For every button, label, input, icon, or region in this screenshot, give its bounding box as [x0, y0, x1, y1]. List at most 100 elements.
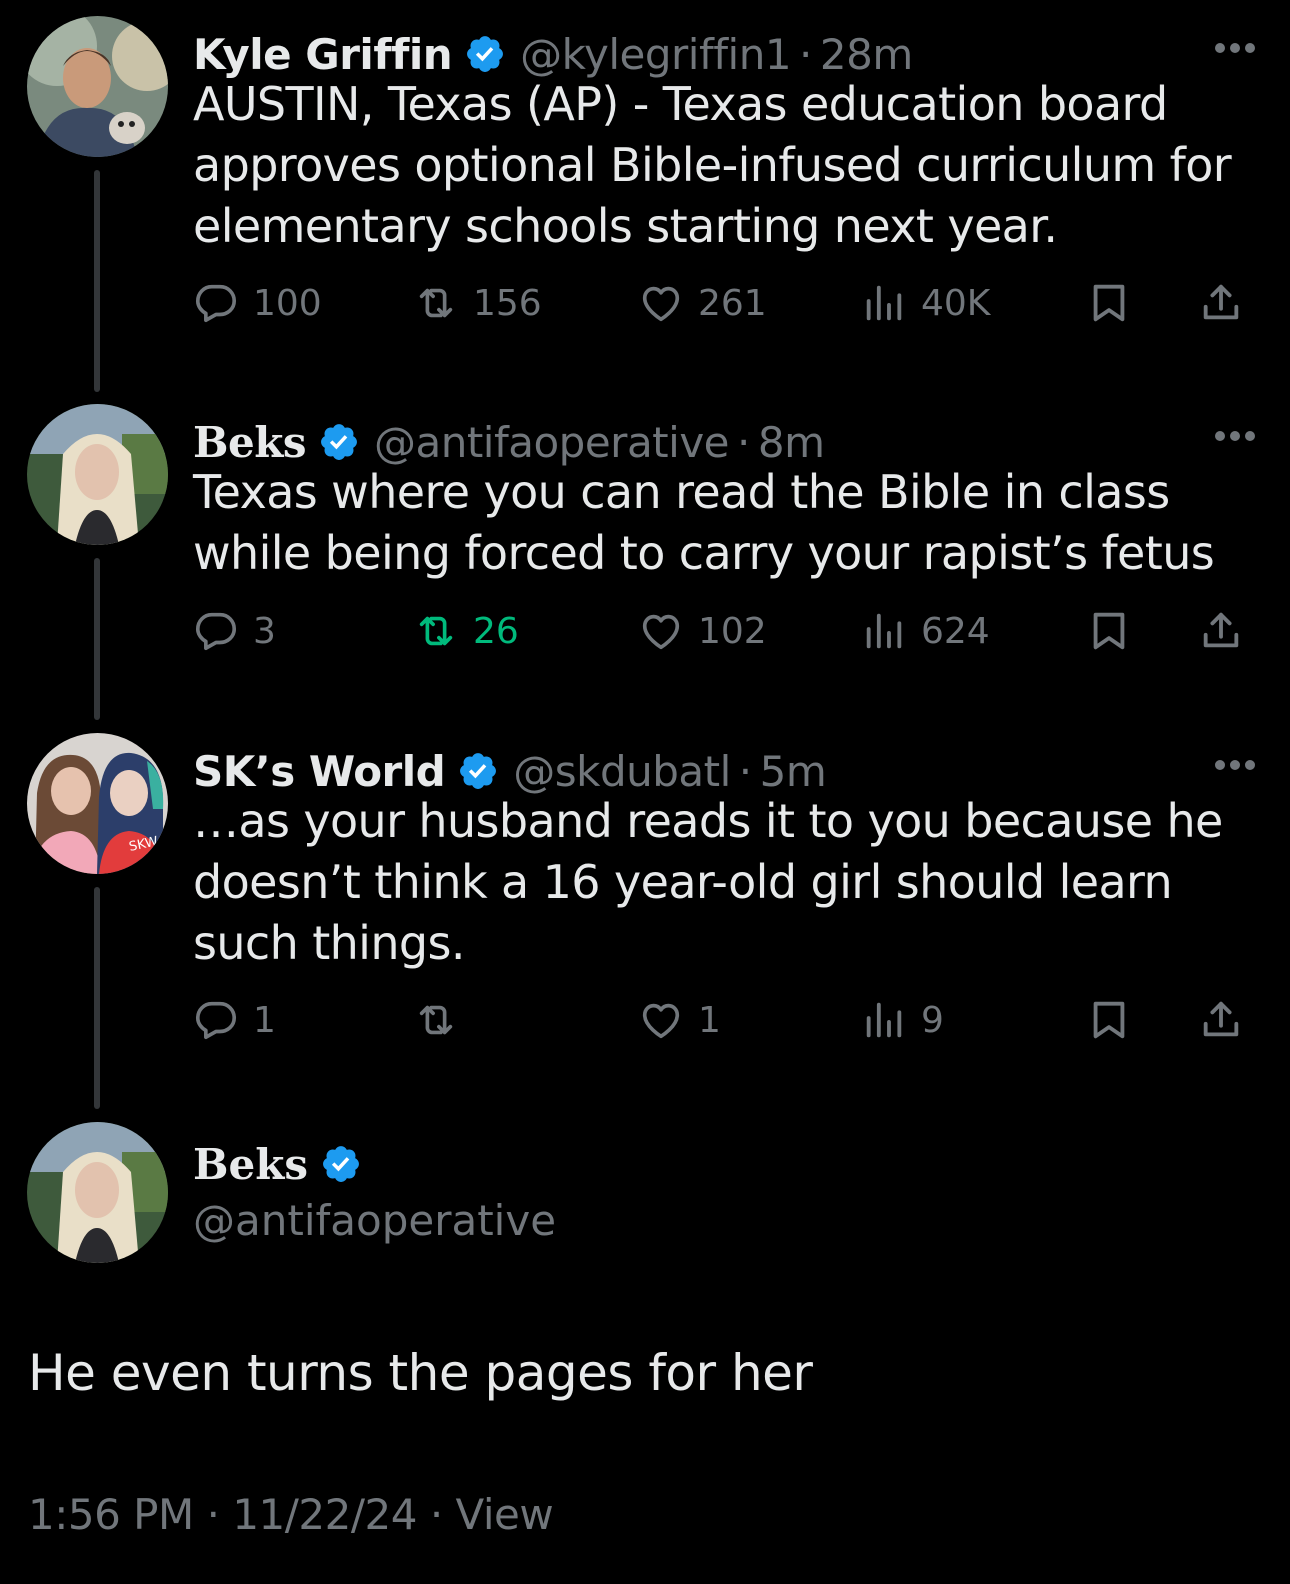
tweet-header: Beks @antifaoperative · 8m [193, 416, 825, 468]
dot-separator: · [799, 29, 812, 79]
reply-count: 1 [253, 999, 276, 1041]
reply-icon [195, 1001, 237, 1040]
bookmark-icon [1093, 612, 1125, 650]
repost-button-active[interactable]: 26 [413, 606, 519, 656]
more-dots-icon[interactable] [1214, 759, 1256, 771]
tweet-actions: 3 26 102 624 [193, 606, 1253, 656]
reply-count: 100 [253, 282, 322, 324]
tweet-meta: 1:56 PM · 11/22/24 · View [28, 1490, 554, 1539]
like-count: 102 [698, 610, 767, 652]
tweet-actions: 1 1 9 [193, 995, 1253, 1045]
share-icon [1203, 1001, 1239, 1037]
bookmark-button[interactable] [1086, 278, 1132, 328]
share-button[interactable] [1198, 995, 1244, 1045]
bookmark-icon [1093, 1001, 1125, 1039]
dot-separator: · [737, 417, 750, 467]
repost-icon [419, 288, 453, 318]
main-tweet-text: He even turns the pages for her [28, 1344, 813, 1402]
verified-badge-icon [460, 753, 497, 789]
repost-count: 26 [473, 610, 519, 652]
view-count: 624 [921, 610, 990, 652]
tweet-actions: 100 156 261 40K [193, 278, 1253, 328]
author-name[interactable]: Kyle Griffin [193, 30, 453, 79]
tweet-text: …as your husband reads it to you because… [193, 794, 1223, 970]
bookmark-icon [1093, 284, 1125, 322]
author-name[interactable]: SK’s World [193, 747, 446, 796]
tweet-header: Kyle Griffin @kylegriffin1 · 28m [193, 28, 913, 80]
dot-separator: · [429, 1490, 443, 1539]
view-count: 9 [921, 999, 944, 1041]
avatar-image [27, 404, 168, 545]
dot-separator: · [738, 746, 752, 796]
thread-connector [94, 887, 100, 1109]
share-icon [1203, 284, 1239, 320]
views-chart-icon [866, 613, 902, 649]
view-link[interactable]: View [456, 1490, 554, 1539]
view-count: 40K [921, 282, 991, 324]
tweet-time[interactable]: 28m [820, 30, 913, 79]
views-button[interactable]: 624 [861, 606, 990, 656]
heart-icon [642, 614, 680, 650]
thread-page: Kyle Griffin @kylegriffin1 · 28m AUSTIN,… [0, 0, 1290, 1584]
tweet-text: AUSTIN, Texas (AP) - Texas education boa… [193, 77, 1232, 253]
reply-count: 3 [253, 610, 276, 652]
tweet-time[interactable]: 8m [758, 418, 825, 467]
verified-badge-icon [321, 424, 357, 460]
author-handle[interactable]: @antifaoperative [193, 1196, 556, 1245]
tweet-kyle-griffin[interactable]: Kyle Griffin @kylegriffin1 · 28m AUSTIN,… [0, 16, 1290, 396]
views-button[interactable]: 9 [861, 995, 944, 1045]
author-handle[interactable]: @antifaoperative [374, 418, 730, 467]
like-button[interactable]: 1 [638, 995, 721, 1045]
thread-connector [94, 170, 100, 392]
tweet-sks-world[interactable]: SKW SK’s World @skdubatl · 5m …as your h… [0, 733, 1290, 1113]
author-handle[interactable]: @skdubatl [513, 747, 731, 796]
bookmark-button[interactable] [1086, 606, 1132, 656]
share-button[interactable] [1198, 278, 1244, 328]
reply-button[interactable]: 100 [193, 278, 322, 328]
author-handle[interactable]: @kylegriffin1 [520, 30, 791, 79]
repost-button[interactable] [413, 995, 473, 1045]
share-icon [1203, 612, 1239, 648]
post-date[interactable]: 11/22/24 [232, 1490, 417, 1539]
author-name[interactable]: Beks [193, 418, 306, 467]
avatar-beks[interactable] [27, 404, 168, 545]
tweet-time[interactable]: 5m [760, 747, 827, 796]
repost-icon [419, 1005, 453, 1035]
thread-connector [94, 558, 100, 720]
views-chart-icon [866, 1002, 902, 1038]
like-count: 1 [698, 999, 721, 1041]
dot-separator: · [206, 1490, 220, 1539]
views-button[interactable]: 40K [861, 278, 990, 328]
heart-icon [642, 1003, 680, 1039]
reply-button[interactable]: 1 [193, 995, 276, 1045]
repost-icon [419, 616, 453, 646]
tweet-beks-reply[interactable]: Beks @antifaoperative · 8m Texas where y… [0, 404, 1290, 720]
verified-badge-icon [467, 36, 504, 72]
avatar-image [27, 1122, 168, 1263]
avatar-image: SKW [27, 733, 168, 874]
more-dots-icon[interactable] [1214, 430, 1256, 442]
reply-button[interactable]: 3 [193, 606, 276, 656]
main-tweet-author: Beks [193, 1138, 376, 1190]
avatar-sks-world[interactable]: SKW [27, 733, 168, 874]
avatar-beks-main[interactable] [27, 1122, 168, 1263]
tweet-header: SK’s World @skdubatl · 5m [193, 745, 827, 797]
tweet-text: Texas where you can read the Bible in cl… [193, 465, 1215, 580]
reply-icon [195, 284, 237, 323]
reply-icon [195, 612, 237, 651]
author-name[interactable]: Beks [193, 1140, 308, 1189]
bookmark-button[interactable] [1086, 995, 1132, 1045]
share-button[interactable] [1198, 606, 1244, 656]
like-button[interactable]: 102 [638, 606, 767, 656]
heart-icon [642, 286, 680, 322]
post-time[interactable]: 1:56 PM [28, 1490, 194, 1539]
more-dots-icon[interactable] [1214, 42, 1256, 54]
repost-button[interactable]: 156 [413, 278, 542, 328]
verified-badge-icon [323, 1146, 359, 1182]
views-chart-icon [866, 285, 902, 321]
avatar-kyle-griffin[interactable] [27, 16, 168, 157]
like-button[interactable]: 261 [638, 278, 767, 328]
repost-count: 156 [473, 282, 542, 324]
like-count: 261 [698, 282, 767, 324]
avatar-image [27, 16, 168, 157]
